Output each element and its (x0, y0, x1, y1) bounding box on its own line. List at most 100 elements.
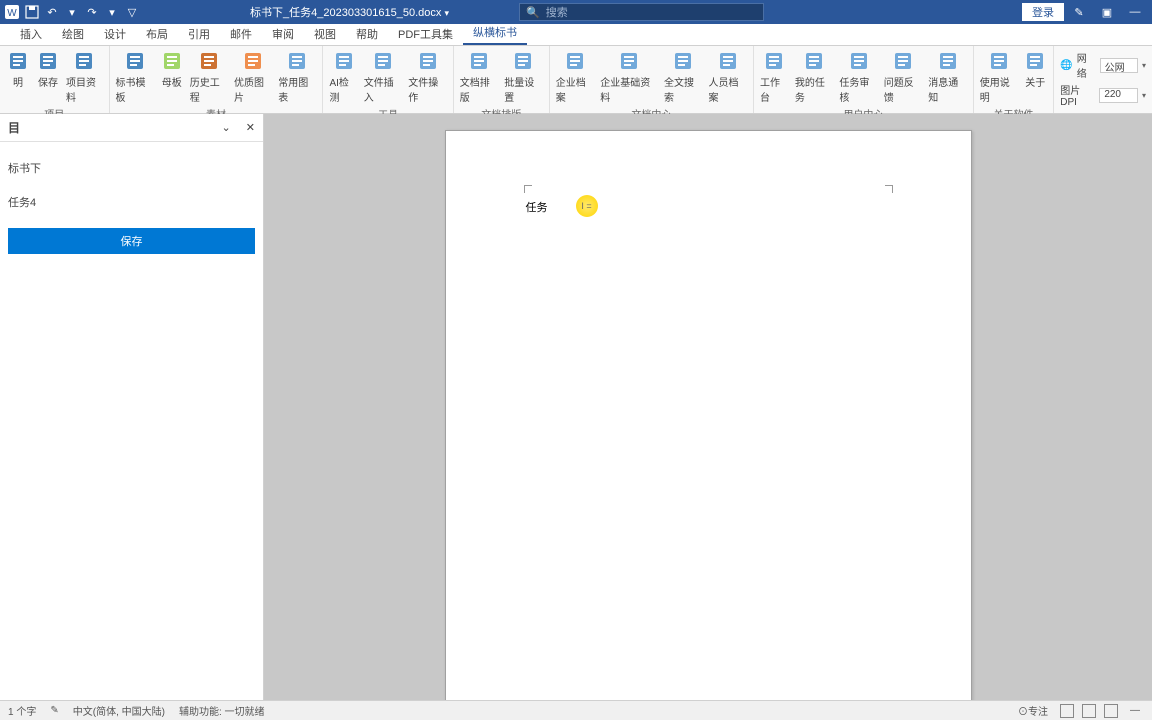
view-web-icon[interactable] (1104, 704, 1118, 718)
ribbon-btn-我的任务[interactable]: 我的任务 (793, 48, 835, 106)
tab-pdf[interactable]: PDF工具集 (388, 23, 463, 45)
ribbon-icon (848, 50, 870, 72)
ribbon-btn-文档排版[interactable]: 文档排版 (458, 48, 501, 106)
page[interactable]: 任务 I = (445, 130, 972, 700)
ribbon-btn-优质图片[interactable]: 优质图片 (232, 48, 274, 106)
field-task-name[interactable]: 任务4 (8, 194, 255, 210)
ribbon-btn-人员档案[interactable]: 人员档案 (706, 48, 749, 106)
dpi-input[interactable]: 220 (1099, 88, 1138, 103)
qat-more[interactable]: ▽ (124, 4, 140, 20)
view-read-icon[interactable] (1082, 704, 1096, 718)
ribbon-btn-文件操作[interactable]: 文件操作 (406, 48, 448, 106)
tab-draw[interactable]: 绘图 (52, 23, 94, 45)
ribbon-btn-标书模板[interactable]: 标书模板 (114, 48, 156, 106)
app-icon[interactable]: W (4, 4, 20, 20)
ribbon-icon (7, 50, 29, 72)
tab-review[interactable]: 审阅 (262, 23, 304, 45)
document-canvas[interactable]: 任务 I = (264, 114, 1152, 700)
ribbon-icon (73, 50, 95, 72)
ribbon-icon (564, 50, 586, 72)
ribbon-group-network: 🌐 网络 公网 ▾ 图片DPI 220 ▾ (1054, 46, 1152, 113)
redo-icon[interactable]: ↷ (84, 4, 100, 20)
title-bar: W ↶ ▾ ↷ ▾ ▽ 标书下_任务4_202303301615_50.docx… (0, 0, 1152, 24)
sidebar-save-button[interactable]: 保存 (8, 228, 255, 254)
ribbon-btn-项目资料[interactable]: 项目资料 (64, 48, 105, 106)
undo-icon[interactable]: ↶ (44, 4, 60, 20)
side-panel: 目 ⌄ ✕ 标书下 任务4 保存 (0, 114, 264, 700)
ribbon-btn-企业基础资料[interactable]: 企业基础资料 (598, 48, 660, 106)
document-text[interactable]: 任务 (526, 199, 548, 215)
status-chars[interactable]: 1 个字 (8, 703, 36, 718)
ribbon-icon (618, 50, 640, 72)
focus-mode[interactable]: ⊙专注 (1014, 703, 1052, 718)
ribbon-btn-历史工程[interactable]: 历史工程 (188, 48, 230, 106)
login-button[interactable]: 登录 (1022, 3, 1064, 21)
ribbon-btn-批量设置[interactable]: 批量设置 (502, 48, 545, 106)
ribbon-icon (803, 50, 825, 72)
ribbon-btn-工作台[interactable]: 工作台 (758, 48, 791, 106)
ribbon-btn-企业档案[interactable]: 企业档案 (554, 48, 597, 106)
tab-view[interactable]: 视图 (304, 23, 346, 45)
ribbon-group-about: 使用说明关于 关于软件 (974, 46, 1055, 113)
panel-collapse-icon[interactable]: ⌄ (222, 122, 231, 134)
ribbon-mode-icon[interactable]: ▣ (1094, 2, 1120, 22)
main-area: 目 ⌄ ✕ 标书下 任务4 保存 任务 I = (0, 114, 1152, 700)
ribbon-group-tools: AI检测文件插入文件操作 工具 (323, 46, 453, 113)
ribbon-icon (124, 50, 146, 72)
ribbon-btn-明[interactable]: 明 (4, 48, 32, 106)
ribbon-icon (417, 50, 439, 72)
search-box[interactable]: 🔍 搜索 (519, 3, 764, 21)
status-lang[interactable]: 中文(简体, 中国大陆) (73, 703, 165, 718)
ribbon-icon (1024, 50, 1046, 72)
ribbon-group-project: 明保存项目资料 项目 (0, 46, 110, 113)
tab-bid[interactable]: 纵横标书 (463, 21, 527, 45)
ribbon-btn-AI检测[interactable]: AI检测 (327, 48, 359, 106)
search-icon: 🔍 (526, 6, 540, 19)
ribbon-group-usercenter: 工作台我的任务任务审核问题反馈消息通知 用户中心 (754, 46, 974, 113)
ribbon-btn-任务审核[interactable]: 任务审核 (837, 48, 879, 106)
globe-icon: 🌐 (1060, 60, 1072, 71)
margin-corner-tl (524, 185, 532, 193)
ribbon-btn-文件插入[interactable]: 文件插入 (362, 48, 404, 106)
ribbon-icon (333, 50, 355, 72)
zoom-out[interactable]: — (1126, 705, 1144, 716)
ribbon-icon (161, 50, 183, 72)
ribbon-btn-常用图表[interactable]: 常用图表 (276, 48, 318, 106)
ribbon-btn-问题反馈[interactable]: 问题反馈 (882, 48, 924, 106)
status-accessibility[interactable]: 辅助功能: 一切就绪 (179, 703, 265, 718)
ribbon-btn-消息通知[interactable]: 消息通知 (926, 48, 968, 106)
ribbon-icon (717, 50, 739, 72)
tab-help[interactable]: 帮助 (346, 23, 388, 45)
ribbon-btn-关于[interactable]: 关于 (1021, 48, 1049, 106)
ribbon-icon (372, 50, 394, 72)
spellcheck-icon[interactable]: ✎ (50, 705, 58, 716)
ribbon-icon (37, 50, 59, 72)
tab-design[interactable]: 设计 (94, 23, 136, 45)
field-bid-name[interactable]: 标书下 (8, 160, 255, 176)
ribbon-btn-使用说明[interactable]: 使用说明 (978, 48, 1020, 106)
ribbon-icon (512, 50, 534, 72)
tab-mailings[interactable]: 邮件 (220, 23, 262, 45)
tab-insert[interactable]: 插入 (10, 23, 52, 45)
view-print-icon[interactable] (1060, 704, 1074, 718)
ribbon-btn-保存[interactable]: 保存 (34, 48, 62, 106)
ribbon-btn-全文搜索[interactable]: 全文搜索 (662, 48, 705, 106)
tab-layout[interactable]: 布局 (136, 23, 178, 45)
tab-references[interactable]: 引用 (178, 23, 220, 45)
save-icon[interactable] (24, 4, 40, 20)
chevron-down-icon[interactable]: ▾ (1142, 91, 1146, 100)
document-title: 标书下_任务4_202303301615_50.docx ▾ (250, 4, 449, 20)
pen-icon[interactable]: ✎ (1066, 2, 1092, 22)
network-select[interactable]: 公网 (1100, 58, 1138, 73)
panel-header: 目 ⌄ ✕ (0, 114, 263, 142)
ribbon-btn-母板[interactable]: 母板 (158, 48, 186, 106)
minimize-icon[interactable]: — (1122, 2, 1148, 22)
dropdown-qat2[interactable]: ▾ (104, 4, 120, 20)
search-placeholder: 搜索 (546, 4, 568, 20)
chevron-down-icon[interactable]: ▾ (1142, 61, 1146, 70)
ribbon-group-material: 标书模板母板历史工程优质图片常用图表 素材 (110, 46, 324, 113)
dropdown-qat1[interactable]: ▾ (64, 4, 80, 20)
status-bar: 1 个字 ✎ 中文(简体, 中国大陆) 辅助功能: 一切就绪 ⊙专注 — (0, 700, 1152, 720)
panel-body: 标书下 任务4 保存 (0, 142, 263, 262)
panel-close-icon[interactable]: ✕ (246, 122, 255, 134)
